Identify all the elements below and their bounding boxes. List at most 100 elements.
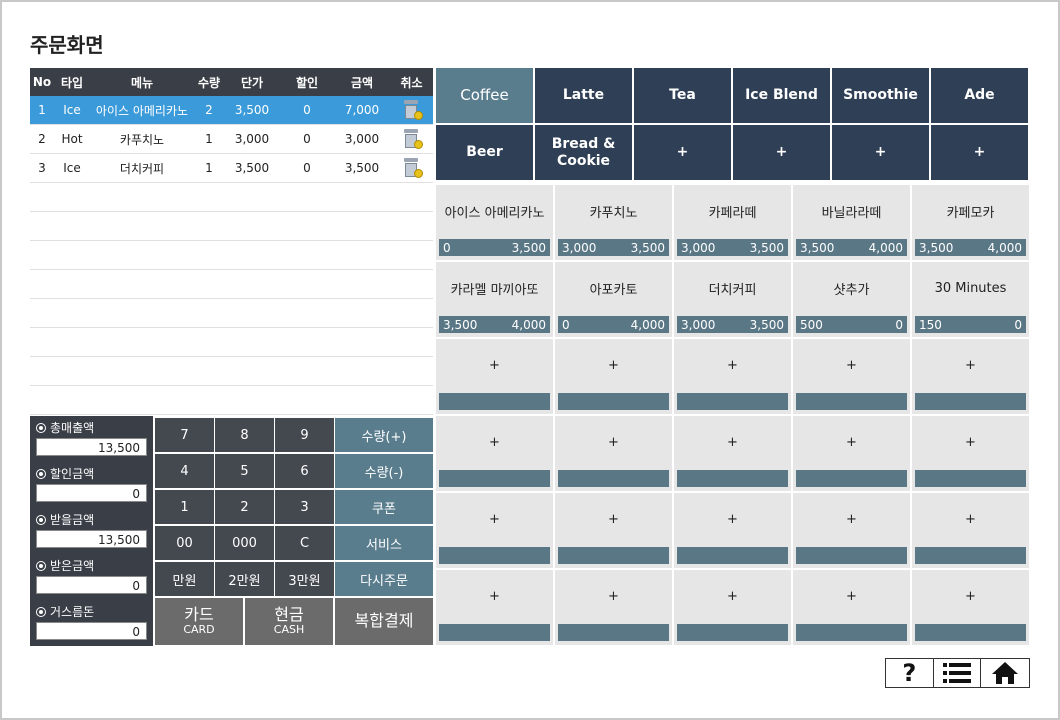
menu-item-button[interactable]: + xyxy=(436,570,553,645)
menu-item-button[interactable]: 카페모카 3,500 4,000 xyxy=(912,185,1029,260)
keypad-key[interactable]: 2 xyxy=(215,490,274,524)
menu-item-price-left: 3,000 xyxy=(681,240,716,255)
trash-icon[interactable] xyxy=(403,129,423,149)
menu-item-button[interactable]: + xyxy=(912,570,1029,645)
keypad-function-button[interactable]: 쿠폰 xyxy=(335,490,433,524)
table-row[interactable] xyxy=(30,386,433,415)
table-row[interactable]: 1 Ice 아이스 아메리카노 2 3,500 0 7,000 xyxy=(30,96,433,125)
total-box[interactable]: 총매출액 13,500 xyxy=(30,416,153,462)
menu-item-price-bar xyxy=(796,624,907,641)
menu-item-button[interactable]: + xyxy=(912,416,1029,491)
category-tab[interactable]: + xyxy=(832,125,929,180)
menu-item-button[interactable]: 카푸치노 3,000 3,500 xyxy=(555,185,672,260)
menu-item-button[interactable]: + xyxy=(555,416,672,491)
table-row[interactable]: 2 Hot 카푸치노 1 3,000 0 3,000 xyxy=(30,125,433,154)
keypad-key[interactable]: 4 xyxy=(155,454,214,488)
radio-icon[interactable] xyxy=(36,514,46,525)
menu-item-button[interactable]: + xyxy=(793,493,910,568)
category-tab[interactable]: Tea xyxy=(634,68,731,123)
menu-item-button[interactable]: 바닐라라떼 3,500 4,000 xyxy=(793,185,910,260)
keypad-key[interactable]: 7 xyxy=(155,418,214,452)
category-tab[interactable]: Beer xyxy=(436,125,533,180)
menu-item-button[interactable]: + xyxy=(436,493,553,568)
menu-item-button[interactable]: + xyxy=(674,339,791,414)
menu-item-button[interactable]: + xyxy=(436,339,553,414)
radio-icon[interactable] xyxy=(36,606,46,617)
table-row[interactable] xyxy=(30,357,433,386)
mixed-payment-button[interactable]: 복합결제 xyxy=(335,598,433,645)
keypad-key[interactable]: 5 xyxy=(215,454,274,488)
category-tab[interactable]: + xyxy=(634,125,731,180)
category-tab[interactable]: Coffee xyxy=(436,68,533,123)
card-button[interactable]: 카드 CARD xyxy=(155,598,243,645)
keypad-function-button[interactable]: 수량(+) xyxy=(335,418,433,452)
menu-item-button[interactable]: + xyxy=(793,339,910,414)
menu-item-button[interactable]: + xyxy=(555,493,672,568)
list-icon[interactable] xyxy=(934,659,982,687)
menu-item-button[interactable]: + xyxy=(674,416,791,491)
keypad-key[interactable]: 2만원 xyxy=(215,562,274,596)
cash-button[interactable]: 현금 CASH xyxy=(245,598,333,645)
total-box[interactable]: 받은금액 0 xyxy=(30,554,153,600)
menu-item-button[interactable]: + xyxy=(793,416,910,491)
radio-icon[interactable] xyxy=(36,560,46,571)
col-header-type: 타입 xyxy=(60,75,84,90)
cancel-cell xyxy=(390,129,433,149)
keypad-key[interactable]: 8 xyxy=(215,418,274,452)
cell-price: 3,500 xyxy=(234,103,270,117)
keypad-key[interactable]: C xyxy=(275,526,334,560)
menu-item-button[interactable]: 카페라떼 3,000 3,500 xyxy=(674,185,791,260)
keypad-key[interactable]: 1 xyxy=(155,490,214,524)
menu-item-button[interactable]: + xyxy=(436,416,553,491)
category-tab[interactable]: Bread & Cookie xyxy=(535,125,632,180)
total-box[interactable]: 할인금액 0 xyxy=(30,462,153,508)
keypad-function-button[interactable]: 서비스 xyxy=(335,526,433,560)
menu-item-button[interactable]: 샷추가 500 0 xyxy=(793,262,910,337)
table-row[interactable] xyxy=(30,212,433,241)
trash-icon[interactable] xyxy=(403,100,423,120)
radio-icon[interactable] xyxy=(36,468,46,479)
menu-item-name: 더치커피 xyxy=(708,282,757,298)
menu-item-price-right: 4,000 xyxy=(630,317,665,332)
keypad-function-button[interactable]: 수량(-) xyxy=(335,454,433,488)
keypad-key[interactable]: 000 xyxy=(215,526,274,560)
table-row[interactable] xyxy=(30,241,433,270)
table-row[interactable] xyxy=(30,299,433,328)
menu-item-button[interactable]: + xyxy=(912,493,1029,568)
menu-item-button[interactable]: 더치커피 3,000 3,500 xyxy=(674,262,791,337)
table-row[interactable] xyxy=(30,183,433,212)
help-icon[interactable]: ? xyxy=(886,659,934,687)
menu-item-button[interactable]: 아포카토 0 4,000 xyxy=(555,262,672,337)
menu-item-button[interactable]: + xyxy=(912,339,1029,414)
trash-icon[interactable] xyxy=(403,158,423,178)
menu-item-button[interactable]: 아이스 아메리카노 0 3,500 xyxy=(436,185,553,260)
category-tab[interactable]: Ice Blend xyxy=(733,68,830,123)
category-tab[interactable]: Smoothie xyxy=(832,68,929,123)
category-tab[interactable]: + xyxy=(931,125,1028,180)
total-box[interactable]: 거스름돈 0 xyxy=(30,600,153,646)
table-row[interactable] xyxy=(30,328,433,357)
cell-menu: 아이스 아메리카노 xyxy=(95,103,189,118)
keypad-key[interactable]: 9 xyxy=(275,418,334,452)
menu-item-button[interactable]: 30 Minutes 150 0 xyxy=(912,262,1029,337)
category-tab[interactable]: Ade xyxy=(931,68,1028,123)
home-icon[interactable] xyxy=(981,659,1029,687)
menu-item-button[interactable]: + xyxy=(555,339,672,414)
total-box[interactable]: 받을금액 13,500 xyxy=(30,508,153,554)
menu-item-button[interactable]: + xyxy=(555,570,672,645)
category-tab[interactable]: Latte xyxy=(535,68,632,123)
table-row[interactable]: 3 Ice 더치커피 1 3,500 0 3,500 xyxy=(30,154,433,183)
category-tab[interactable]: + xyxy=(733,125,830,180)
menu-item-button[interactable]: + xyxy=(793,570,910,645)
keypad-key[interactable]: 6 xyxy=(275,454,334,488)
keypad-key[interactable]: 3만원 xyxy=(275,562,334,596)
table-row[interactable] xyxy=(30,270,433,299)
radio-icon[interactable] xyxy=(36,422,46,433)
keypad-function-button[interactable]: 다시주문 xyxy=(335,562,433,596)
keypad-key[interactable]: 만원 xyxy=(155,562,214,596)
menu-item-button[interactable]: + xyxy=(674,570,791,645)
menu-item-button[interactable]: + xyxy=(674,493,791,568)
menu-item-button[interactable]: 카라멜 마끼아또 3,500 4,000 xyxy=(436,262,553,337)
keypad-key[interactable]: 3 xyxy=(275,490,334,524)
keypad-key[interactable]: 00 xyxy=(155,526,214,560)
